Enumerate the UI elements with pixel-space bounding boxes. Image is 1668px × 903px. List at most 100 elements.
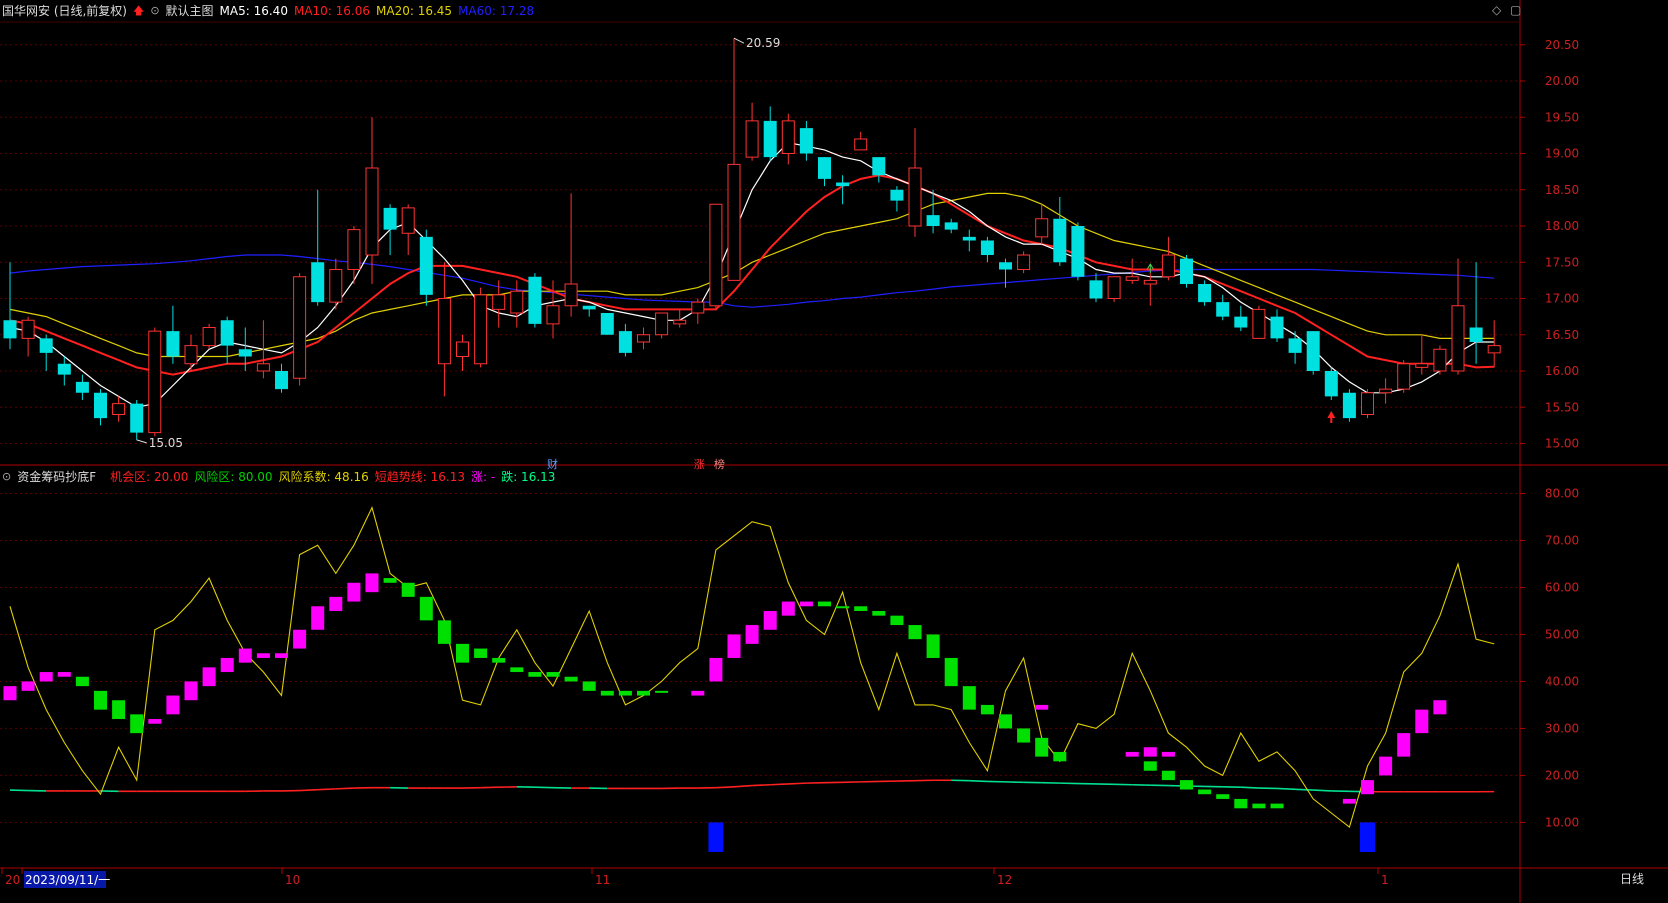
short-bar bbox=[492, 657, 506, 663]
candle-body bbox=[275, 371, 288, 390]
candle-body bbox=[3, 320, 17, 339]
long-bar bbox=[238, 648, 252, 663]
short-bar bbox=[112, 700, 126, 720]
price-tick-label: 18.50 bbox=[1545, 183, 1579, 197]
long-bar bbox=[256, 653, 270, 658]
arrow-up-icon[interactable]: 🡅 bbox=[133, 0, 144, 22]
candle-body bbox=[256, 363, 270, 372]
candle-body bbox=[618, 331, 632, 353]
long-bar bbox=[57, 672, 71, 677]
ma20-value: MA20: 16.45 bbox=[376, 4, 453, 18]
candle-body bbox=[184, 345, 198, 365]
candle-body bbox=[600, 313, 614, 335]
ma5-value: MA5: 16.40 bbox=[219, 4, 288, 18]
maximize-icon[interactable]: ▢ bbox=[1510, 3, 1521, 17]
candle-body bbox=[383, 207, 397, 230]
indicator-tick-label: 70.00 bbox=[1545, 533, 1579, 547]
short-bar bbox=[872, 610, 886, 616]
long-bar bbox=[1379, 756, 1393, 776]
candle-body bbox=[202, 327, 216, 347]
long-bar bbox=[727, 634, 741, 658]
candle-body bbox=[673, 319, 687, 325]
candle-body bbox=[329, 269, 343, 303]
candle-body bbox=[1306, 331, 1320, 371]
short-bar bbox=[1161, 770, 1175, 781]
ma10-value: MA10: 16.06 bbox=[293, 4, 371, 18]
candle-body bbox=[474, 294, 488, 365]
candle-body bbox=[39, 338, 53, 353]
date-label: 1 bbox=[1381, 873, 1389, 887]
price-axis: 20.50 20.00 19.50 19.00 18.50 18.00 17.50 17.00… bbox=[1520, 38, 1579, 829]
short-bar bbox=[1017, 728, 1031, 743]
candle-body bbox=[1252, 308, 1266, 339]
high-marker-line bbox=[733, 37, 745, 44]
candle-body bbox=[908, 167, 922, 227]
short-trend-segment bbox=[770, 783, 789, 786]
indicator-risk-zone: 风险区: 80.00 bbox=[194, 470, 273, 484]
restore-icon[interactable]: ◇ bbox=[1492, 3, 1501, 17]
candle-body bbox=[57, 363, 71, 375]
candle-body bbox=[456, 341, 469, 357]
short-bar bbox=[474, 648, 488, 658]
dropdown-circle-icon[interactable]: ⊙ bbox=[150, 0, 159, 22]
indicator-tick-label: 80.00 bbox=[1545, 486, 1579, 500]
short-bar bbox=[1252, 803, 1266, 809]
long-bar bbox=[1397, 733, 1411, 757]
dropdown-circle-icon[interactable]: ⊙ bbox=[0, 466, 11, 488]
low-price-label: 15.05 bbox=[149, 436, 183, 450]
timeframe-label[interactable]: 日线 bbox=[1620, 871, 1644, 888]
long-bar bbox=[1161, 751, 1175, 757]
short-bar bbox=[528, 672, 542, 677]
candle-body bbox=[1180, 258, 1193, 284]
candle-body bbox=[1234, 316, 1248, 328]
short-bar bbox=[908, 625, 922, 640]
candle-body bbox=[347, 229, 361, 270]
short-trend-segment bbox=[1240, 786, 1259, 789]
ma60-value: MA60: 17.28 bbox=[458, 4, 535, 18]
high-price-label: 20.59 bbox=[746, 36, 780, 50]
long-bar bbox=[148, 719, 162, 724]
candle-body bbox=[1161, 254, 1175, 278]
candle-body bbox=[1107, 276, 1121, 299]
indicator-tick-label: 60.00 bbox=[1545, 580, 1579, 594]
indicator-chance-zone: 机会区: 20.00 bbox=[110, 470, 189, 484]
price-tick-label: 16.00 bbox=[1545, 364, 1579, 378]
candle-body bbox=[1415, 363, 1429, 368]
grid-lines bbox=[0, 44, 1520, 823]
indicator-plot[interactable] bbox=[3, 506, 1495, 852]
candle-body bbox=[709, 203, 723, 307]
price-tick-label: 15.50 bbox=[1545, 400, 1579, 414]
short-bar bbox=[890, 615, 904, 626]
candle-body bbox=[1469, 327, 1483, 342]
short-trend-segment bbox=[752, 783, 771, 787]
long-bar bbox=[1035, 704, 1049, 710]
candle-body bbox=[1071, 226, 1085, 277]
candlesticks[interactable] bbox=[3, 38, 1501, 440]
indicator-up: 涨: - bbox=[471, 470, 496, 484]
long-bar bbox=[1415, 709, 1429, 734]
candle-body bbox=[130, 403, 144, 433]
long-bar bbox=[166, 695, 180, 715]
candle-body bbox=[890, 189, 904, 201]
candle-body bbox=[293, 276, 307, 379]
stock-title[interactable]: 国华网安 (日线,前复权) bbox=[0, 0, 127, 22]
short-bar bbox=[980, 704, 994, 715]
short-bar bbox=[94, 690, 107, 710]
short-trend-segment bbox=[733, 784, 753, 788]
chart-mode[interactable]: 默认主图 bbox=[166, 0, 214, 22]
long-bar bbox=[1433, 700, 1447, 715]
candle-body bbox=[1035, 218, 1049, 238]
short-bar bbox=[1053, 751, 1067, 762]
stock-chart[interactable]: 20.50 20.00 19.50 19.00 18.50 18.00 17.50 17.00… bbox=[0, 0, 1668, 903]
candle-body bbox=[1361, 392, 1374, 415]
candle-body bbox=[546, 305, 560, 325]
short-bar bbox=[1143, 761, 1157, 771]
candle-body bbox=[1342, 392, 1356, 419]
short-bar bbox=[564, 676, 578, 682]
candle-body bbox=[1487, 345, 1501, 354]
candle-body bbox=[1198, 284, 1212, 303]
candle-body bbox=[401, 207, 415, 234]
short-trend-segment bbox=[788, 782, 807, 785]
candle-body bbox=[962, 236, 976, 241]
indicator-name[interactable]: 资金筹码抄底F bbox=[17, 466, 96, 488]
